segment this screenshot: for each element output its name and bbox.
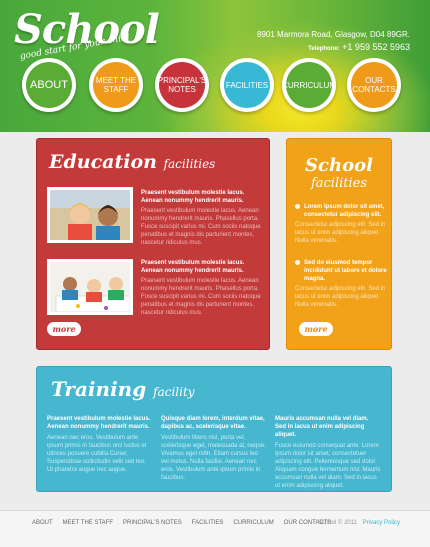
phone-number: +1 959 552 5963: [342, 42, 410, 52]
education-item: Praesent vestibulum molestie lacus. Aene…: [141, 259, 265, 317]
school-facilities-title-main: School: [305, 155, 373, 176]
school-facilities-panel: School facilities Lorem ipsum dolor sit …: [286, 138, 392, 350]
training-title: Training facility: [51, 377, 195, 401]
training-title-sub: facility: [153, 385, 195, 399]
nav-facilities[interactable]: Facilities: [220, 58, 274, 112]
nav-curriculum-label: Curriculum: [282, 62, 336, 108]
education-item-body: Praesent vestibulum molestie lacus. Aene…: [141, 278, 261, 316]
contact-info: 8901 Marmora Road, Glasgow, D04 89GR. Te…: [257, 28, 410, 56]
school-facilities-item-body: Consectetur adipiscing elit. Sed in lacu…: [295, 286, 386, 308]
footer: ABOUT MEET THE STAFF PRINCIPAL'S NOTES F…: [0, 510, 430, 547]
nav-about-label: About: [26, 62, 72, 108]
nav-meet-the-staff[interactable]: Meet the staff: [89, 58, 143, 112]
footer-link-facilities[interactable]: FACILITIES: [192, 520, 224, 526]
training-column-body: Fusce euismod consequat ante. Lorem ipsu…: [275, 443, 381, 489]
classroom-photo[interactable]: [47, 187, 133, 243]
school-facilities-item-lead: Sed do eiusmod tempor incididunt ut labo…: [295, 259, 387, 283]
footer-link-curriculum[interactable]: CURRICULUM: [233, 520, 273, 526]
school-facilities-title: School facilities: [287, 157, 391, 193]
nav-principals-notes[interactable]: Principal's notes: [155, 58, 209, 112]
school-facilities-item-lead: Lorem ipsum dolor sit amet, consectetur …: [295, 203, 387, 219]
education-item-lead: Praesent vestibulum molestie lacus. Aene…: [141, 190, 245, 204]
nav-curriculum[interactable]: Curriculum: [282, 58, 336, 112]
school-facilities-title-sub: facilities: [310, 176, 368, 191]
education-title-sub: facilities: [163, 157, 216, 171]
school-facilities-more-button[interactable]: more: [299, 322, 333, 336]
nav-principals-notes-label: Principal's notes: [158, 62, 206, 108]
school-facilities-item: Sed do eiusmod tempor incididunt ut labo…: [295, 259, 387, 309]
nav-facilities-label: Facilities: [224, 62, 270, 108]
footer-link-principals-notes[interactable]: PRINCIPAL'S NOTES: [123, 520, 182, 526]
footer-link-meet-the-staff[interactable]: MEET THE STAFF: [63, 520, 113, 526]
drawing-photo[interactable]: [47, 259, 133, 315]
nav-about[interactable]: About: [22, 58, 76, 112]
nav-meet-the-staff-label: Meet the staff: [93, 62, 139, 108]
training-title-main: Training: [51, 377, 147, 401]
education-title: Education facilities: [49, 151, 215, 173]
nav-our-contacts-label: Our contacts: [351, 62, 397, 108]
children-image-icon: [50, 190, 130, 240]
training-column: Quisque diam lorem, interdum vitae, dapi…: [161, 415, 267, 482]
education-item-body: Praesent vestibulum molestie lacus. Aene…: [141, 208, 261, 246]
phone-label: Telephone:: [308, 46, 340, 52]
header: School good start for your child 8901 Ma…: [0, 0, 430, 132]
privacy-policy-link[interactable]: Privacy Policy: [363, 520, 400, 526]
training-panel: Training facility Praesent vestibulum mo…: [36, 366, 392, 492]
school-facilities-item: Lorem ipsum dolor sit amet, consectetur …: [295, 203, 387, 245]
footer-copyright: School © 2011 Privacy Policy: [318, 520, 400, 526]
children-drawing-image-icon: [50, 262, 130, 312]
training-column: Mauris accumsan nulla vel diam. Sed in l…: [275, 415, 381, 490]
copyright-text: School © 2011: [317, 520, 357, 526]
footer-nav: ABOUT MEET THE STAFF PRINCIPAL'S NOTES F…: [32, 520, 331, 526]
training-column-lead: Quisque diam lorem, interdum vitae, dapi…: [161, 416, 265, 430]
training-column-lead: Mauris accumsan nulla vel diam. Sed in l…: [275, 416, 369, 438]
school-facilities-item-body: Consectetur adipiscing elit. Sed in lacu…: [295, 222, 386, 244]
phone-line: Telephone: +1 959 552 5963: [257, 41, 410, 56]
education-title-main: Education: [49, 151, 157, 173]
training-column-body: Aenean nec eros. Vestibulum ante ipsum p…: [47, 435, 147, 473]
education-panel: Education facilities Praesent vestibulum…: [36, 138, 270, 350]
education-item-lead: Praesent vestibulum molestie lacus. Aene…: [141, 260, 245, 274]
training-column: Praesent vestibulum molestie lacus. Aene…: [47, 415, 153, 474]
page: School good start for your child 8901 Ma…: [0, 0, 430, 547]
education-more-button[interactable]: more: [47, 322, 81, 336]
training-column-body: Vestibulum libero nisl, porta vel, scele…: [161, 435, 266, 481]
training-column-lead: Praesent vestibulum molestie lacus. Aene…: [47, 416, 151, 430]
address-text: 8901 Marmora Road, Glasgow, D04 89GR.: [257, 30, 410, 39]
footer-link-about[interactable]: ABOUT: [32, 520, 53, 526]
nav-our-contacts[interactable]: Our contacts: [347, 58, 401, 112]
education-item: Praesent vestibulum molestie lacus. Aene…: [141, 189, 265, 247]
